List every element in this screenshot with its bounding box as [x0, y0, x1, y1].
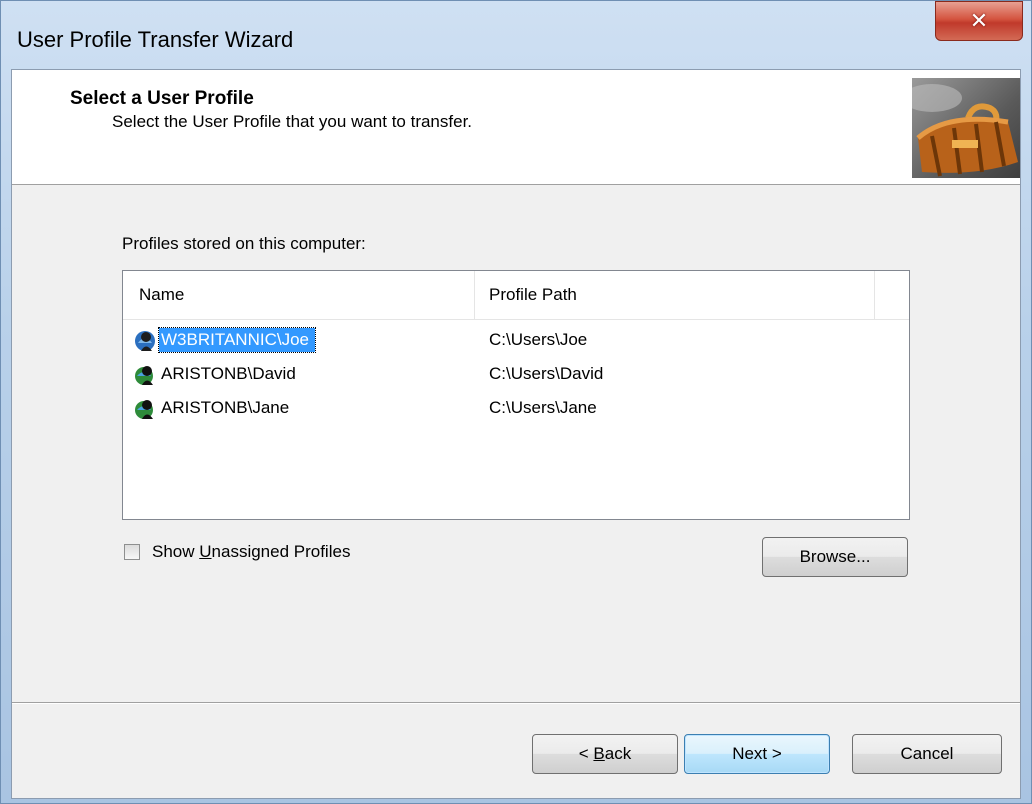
- name-cell: ARISTONB\David: [133, 357, 302, 391]
- window-title: User Profile Transfer Wizard: [17, 27, 294, 52]
- page-title: Select a User Profile: [70, 88, 254, 109]
- wizard-window: User Profile Transfer Wizard ✕ Select a …: [0, 0, 1032, 804]
- list-item[interactable]: ARISTONB\David C:\Users\David: [123, 357, 909, 391]
- page-subtitle: Select the User Profile that you want to…: [112, 112, 473, 131]
- user-icon: [135, 400, 153, 419]
- profile-path: C:\Users\David: [489, 364, 604, 383]
- cancel-button[interactable]: Cancel: [852, 734, 1002, 774]
- list-item[interactable]: ARISTONB\Jane C:\Users\Jane: [123, 391, 909, 425]
- briefcase-icon: [912, 78, 1020, 178]
- close-icon: ✕: [969, 8, 989, 34]
- column-header-profile-path[interactable]: Profile Path: [475, 271, 875, 319]
- list-item[interactable]: W3BRITANNIC\Joe C:\Users\Joe: [123, 323, 909, 357]
- close-button[interactable]: ✕: [935, 1, 1023, 41]
- browse-button[interactable]: Browse...: [762, 537, 908, 577]
- list-header: Name Profile Path: [123, 271, 909, 320]
- column-header-name[interactable]: Name: [123, 271, 475, 319]
- footer-divider: [12, 702, 1020, 704]
- wizard-body: Select a User Profile Select the User Pr…: [11, 69, 1021, 799]
- checkbox-box[interactable]: [124, 544, 140, 560]
- show-unassigned-profiles-checkbox[interactable]: Show Unassigned Profiles: [124, 542, 350, 562]
- next-button[interactable]: Next >: [684, 734, 830, 774]
- profile-path: C:\Users\Joe: [489, 330, 588, 349]
- profile-path: C:\Users\Jane: [489, 398, 597, 417]
- profile-list[interactable]: Name Profile Path W3BRITANNIC\Joe C:\Use…: [122, 270, 910, 520]
- name-cell: ARISTONB\Jane: [133, 391, 295, 425]
- user-icon: [135, 366, 153, 385]
- profile-name: ARISTONB\David: [161, 364, 296, 383]
- user-icon: [135, 331, 155, 351]
- checkbox-label: Show Unassigned Profiles: [152, 542, 351, 561]
- name-cell: W3BRITANNIC\Joe: [133, 323, 316, 357]
- wizard-header: Select a User Profile Select the User Pr…: [12, 70, 1020, 185]
- back-button[interactable]: < Back: [532, 734, 678, 774]
- title-bar[interactable]: User Profile Transfer Wizard ✕: [1, 1, 1031, 69]
- profile-name: W3BRITANNIC\Joe: [158, 327, 316, 353]
- profiles-label: Profiles stored on this computer:: [122, 234, 366, 253]
- profile-name: ARISTONB\Jane: [161, 398, 290, 417]
